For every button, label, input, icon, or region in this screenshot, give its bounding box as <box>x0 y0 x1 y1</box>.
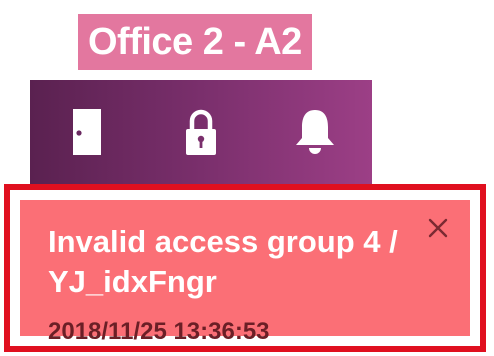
room-title: Office 2 - A2 <box>78 14 312 70</box>
lock-icon <box>186 109 216 155</box>
room-toolbar <box>30 80 372 184</box>
bell-icon <box>296 110 334 154</box>
door-icon <box>73 109 101 155</box>
close-icon <box>428 218 448 238</box>
alert-panel: Invalid access group 4 / YJ_idxFngr 2018… <box>20 200 470 345</box>
alert-timestamp: 2018/11/25 13:36:53 <box>48 318 270 345</box>
alert-message: Invalid access group 4 / YJ_idxFngr <box>48 224 398 299</box>
lock-button[interactable] <box>169 97 233 167</box>
close-alert-button[interactable] <box>424 214 452 242</box>
access-alert: Invalid access group 4 / YJ_idxFngr 2018… <box>4 184 486 352</box>
bell-button[interactable] <box>283 97 347 167</box>
door-button[interactable] <box>55 97 119 167</box>
